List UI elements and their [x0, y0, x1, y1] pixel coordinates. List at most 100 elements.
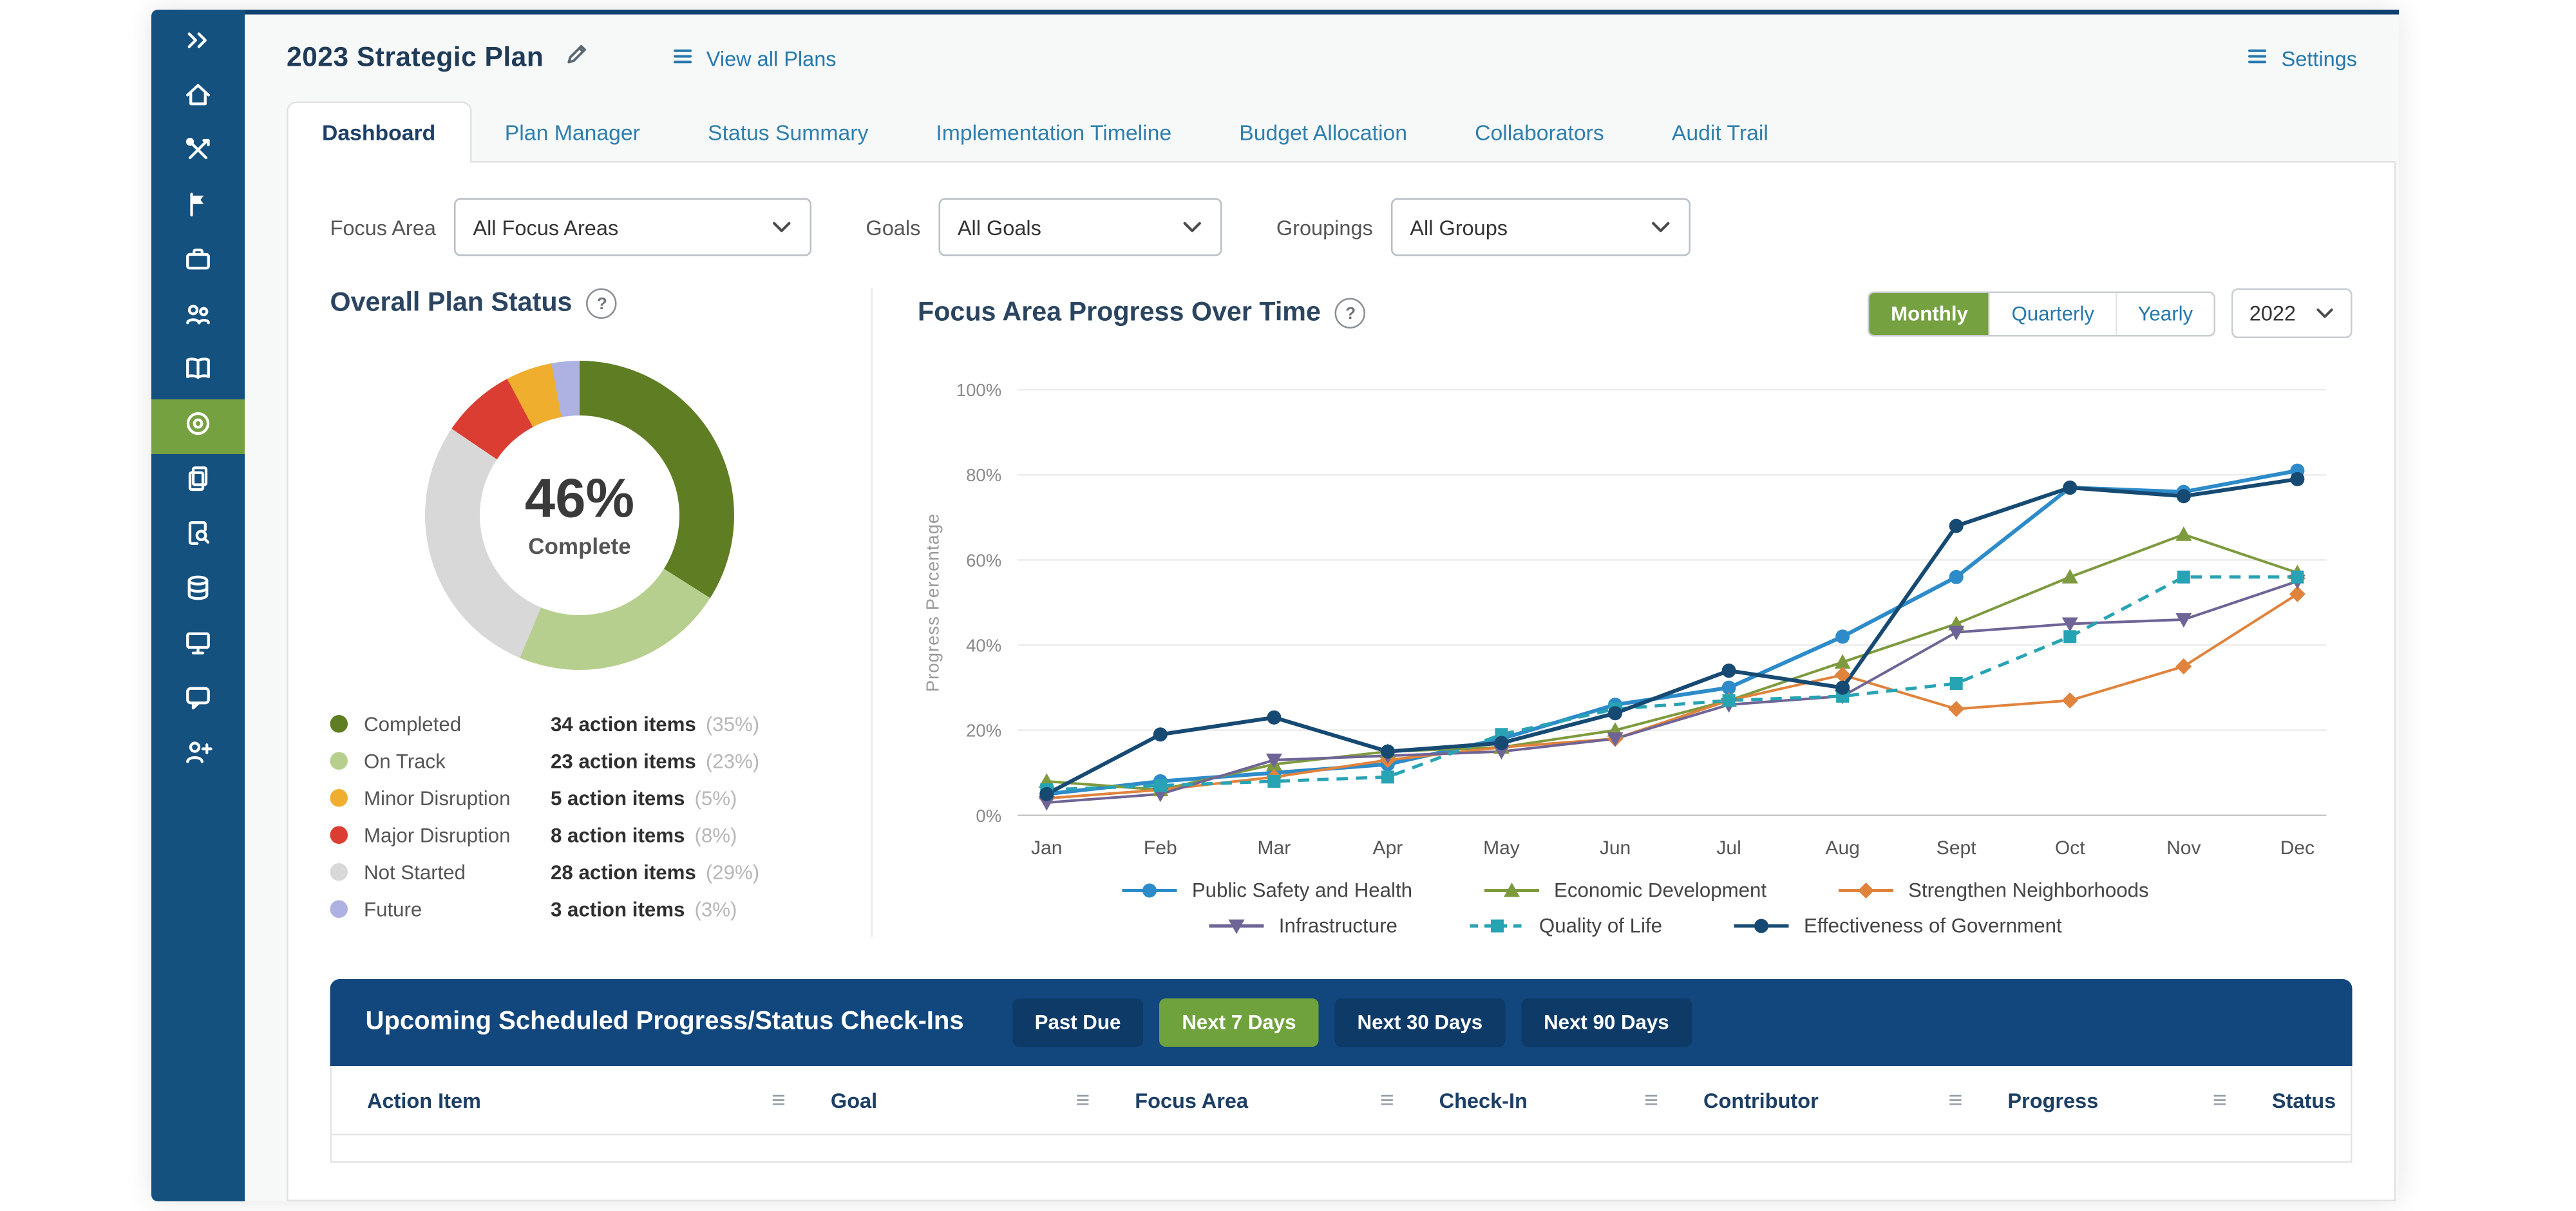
legend-swatch — [330, 789, 348, 807]
svg-text:0%: 0% — [976, 806, 1001, 826]
plan-status-donut: 46% Complete — [425, 361, 734, 670]
year-select-value: 2022 — [2249, 301, 2296, 326]
column-menu-icon[interactable] — [1644, 1089, 1658, 1113]
view-all-plans-label: View all Plans — [706, 46, 837, 70]
svg-text:May: May — [1483, 837, 1520, 859]
donut-center-value: 46% — [525, 472, 634, 529]
yearly-button[interactable]: Yearly — [2117, 292, 2214, 334]
legend-item: On Track 23 action items (23%) — [330, 743, 829, 780]
sidebar-item-presentation[interactable] — [151, 618, 245, 673]
sidebar-item-tools[interactable] — [151, 126, 245, 180]
documents-icon — [182, 461, 214, 502]
next-90-days-button[interactable]: Next 90 Days — [1521, 999, 1692, 1047]
sidebar-item-database[interactable] — [151, 564, 245, 618]
legend-swatch — [330, 901, 348, 919]
column-check-in: Check-In — [1417, 1089, 1681, 1113]
chart-legend-item[interactable]: Infrastructure — [1208, 915, 1397, 938]
progress-chart-section: Focus Area Progress Over Time Monthly Qu… — [873, 289, 2353, 938]
svg-text:Progress Percentage: Progress Percentage — [923, 513, 943, 692]
sidebar-item-chat[interactable] — [151, 673, 245, 728]
svg-text:Oct: Oct — [2055, 837, 2085, 859]
help-icon[interactable] — [1335, 298, 1366, 329]
svg-text:Jun: Jun — [1600, 837, 1631, 859]
expand-icon — [182, 23, 214, 64]
chart-legend-item[interactable]: Public Safety and Health — [1121, 880, 1412, 902]
legend-swatch — [330, 863, 348, 881]
target-icon — [182, 406, 214, 447]
column-menu-icon[interactable] — [1075, 1089, 1090, 1113]
sidebar-item-team[interactable] — [151, 290, 245, 345]
tab-plan-manager[interactable]: Plan Manager — [471, 103, 674, 163]
groupings-select[interactable]: All Groups — [1390, 198, 1690, 256]
tab-status-summary[interactable]: Status Summary — [674, 103, 902, 163]
legend-item: Major Disruption 8 action items (8%) — [330, 817, 829, 854]
svg-text:20%: 20% — [966, 721, 1001, 741]
year-select[interactable]: 2022 — [2231, 289, 2352, 339]
progress-chart-title: Focus Area Progress Over Time — [918, 298, 1321, 329]
sidebar-item-document-search[interactable] — [151, 509, 245, 564]
svg-text:Sept: Sept — [1937, 837, 1976, 859]
chart-legend-item[interactable]: Economic Development — [1483, 880, 1766, 902]
svg-text:Mar: Mar — [1258, 837, 1291, 859]
legend-item: Future 3 action items (3%) — [330, 891, 829, 928]
edit-plan-button[interactable] — [563, 42, 587, 74]
tools-icon — [182, 133, 214, 173]
past-due-button[interactable]: Past Due — [1012, 999, 1144, 1047]
settings-label: Settings — [2282, 46, 2357, 70]
sidebar-item-documents[interactable] — [151, 454, 245, 509]
column-contributor: Contributor — [1681, 1089, 1985, 1113]
progress-chart-legend: Public Safety and Health Economic Develop… — [918, 880, 2353, 938]
focus-area-select[interactable]: All Focus Areas — [453, 198, 811, 256]
presentation-icon — [182, 625, 214, 666]
view-all-plans-button[interactable]: View all Plans — [671, 44, 837, 72]
tab-dashboard[interactable]: Dashboard — [287, 102, 471, 163]
quarterly-button[interactable]: Quarterly — [1991, 292, 2117, 334]
column-menu-icon[interactable] — [772, 1089, 786, 1113]
sidebar-item-briefcase[interactable] — [151, 235, 245, 290]
sidebar-item-flag[interactable] — [151, 180, 245, 235]
checkins-section: Upcoming Scheduled Progress/Status Check… — [330, 980, 2353, 1163]
legend-item: Not Started 28 action items (29%) — [330, 853, 829, 891]
sidebar-item-home[interactable] — [151, 71, 245, 126]
tab-bar: Dashboard Plan Manager Status Summary Im… — [245, 102, 2399, 163]
tab-collaborators[interactable]: Collaborators — [1441, 103, 1638, 163]
column-goal: Goal — [808, 1089, 1112, 1113]
next-7-days-button[interactable]: Next 7 Days — [1159, 999, 1318, 1047]
svg-text:60%: 60% — [966, 550, 1001, 570]
chart-legend-item[interactable]: Effectiveness of Government — [1733, 915, 2062, 938]
svg-text:Apr: Apr — [1373, 837, 1403, 859]
chart-legend-item[interactable]: Quality of Life — [1468, 915, 1662, 938]
briefcase-icon — [182, 242, 214, 283]
list-icon — [671, 44, 694, 72]
sidebar-item-library[interactable] — [151, 345, 245, 399]
sidebar-item-dashboard[interactable] — [151, 399, 245, 454]
column-menu-icon[interactable] — [1380, 1089, 1394, 1113]
groupings-select-value: All Groups — [1410, 215, 1508, 240]
focus-area-filter-label: Focus Area — [330, 215, 436, 240]
legend-swatch — [330, 715, 348, 733]
settings-button[interactable]: Settings — [2246, 44, 2357, 72]
help-icon[interactable] — [587, 289, 618, 319]
chart-legend-item[interactable]: Strengthen Neighborhoods — [1837, 880, 2149, 902]
settings-icon — [2246, 44, 2269, 72]
tab-implementation-timeline[interactable]: Implementation Timeline — [902, 103, 1206, 163]
dashboard-panel: Focus Area All Focus Areas Goals All Goa… — [287, 161, 2396, 1201]
next-30-days-button[interactable]: Next 30 Days — [1335, 999, 1506, 1047]
column-menu-icon[interactable] — [1948, 1089, 1962, 1113]
donut-center: 46% Complete — [480, 415, 679, 615]
tab-budget-allocation[interactable]: Budget Allocation — [1206, 103, 1441, 163]
sidebar-item-add-user[interactable] — [151, 728, 245, 783]
monthly-button[interactable]: Monthly — [1870, 292, 1991, 334]
chat-icon — [182, 680, 214, 721]
goals-select[interactable]: All Goals — [938, 198, 1222, 256]
tab-audit-trail[interactable]: Audit Trail — [1638, 103, 1802, 163]
chevron-down-icon — [771, 215, 792, 240]
legend-item: Completed 34 action items (35%) — [330, 705, 829, 743]
library-icon — [182, 352, 214, 392]
column-menu-icon[interactable] — [2213, 1089, 2227, 1113]
focus-area-select-value: All Focus Areas — [473, 215, 618, 240]
filter-bar: Focus Area All Focus Areas Goals All Goa… — [289, 163, 2394, 282]
sidebar-item-expand[interactable] — [151, 16, 245, 71]
main-area: 2023 Strategic Plan View all Plans Setti… — [245, 10, 2399, 1201]
svg-text:80%: 80% — [966, 465, 1001, 485]
